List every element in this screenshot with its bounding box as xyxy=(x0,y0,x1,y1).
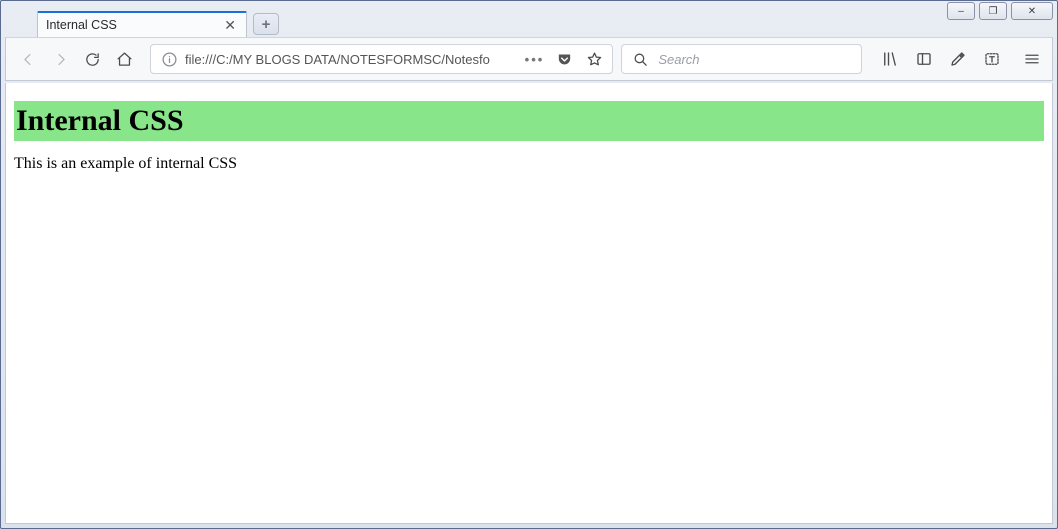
reload-button[interactable] xyxy=(82,49,102,69)
browser-tab[interactable]: Internal CSS ✕ xyxy=(37,11,247,37)
arrow-left-icon xyxy=(20,51,37,68)
page-heading: Internal CSS xyxy=(14,101,1044,141)
reload-icon xyxy=(84,51,101,68)
hamburger-icon xyxy=(1023,50,1041,68)
window-controls: – ❐ ✕ xyxy=(947,2,1053,20)
new-tab-button[interactable]: + xyxy=(253,13,279,35)
eyedropper-button[interactable] xyxy=(948,49,968,69)
pocket-button[interactable] xyxy=(554,49,574,69)
url-text: file:///C:/MY BLOGS DATA/NOTESFORMSC/Not… xyxy=(185,52,519,67)
eyedropper-icon xyxy=(949,50,967,68)
toolbar-right xyxy=(880,49,1042,69)
plus-icon: + xyxy=(262,16,271,33)
search-icon xyxy=(632,51,649,68)
browser-window: – ❐ ✕ Internal CSS ✕ + xyxy=(0,0,1058,529)
bookmark-button[interactable] xyxy=(584,49,604,69)
close-window-button[interactable]: ✕ xyxy=(1011,2,1053,20)
maximize-icon: ❐ xyxy=(989,6,998,17)
close-icon: ✕ xyxy=(224,17,236,33)
page-viewport: Internal CSS This is an example of inter… xyxy=(5,83,1053,524)
pocket-icon xyxy=(556,51,573,68)
navigation-buttons xyxy=(18,49,134,69)
page-paragraph: This is an example of internal CSS xyxy=(14,155,1044,173)
arrow-right-icon xyxy=(52,51,69,68)
info-icon xyxy=(161,51,178,68)
home-button[interactable] xyxy=(114,49,134,69)
toolbar: file:///C:/MY BLOGS DATA/NOTESFORMSC/Not… xyxy=(5,37,1053,81)
app-menu-button[interactable] xyxy=(1022,49,1042,69)
minimize-button[interactable]: – xyxy=(947,2,975,20)
tab-strip: Internal CSS ✕ + xyxy=(37,9,937,37)
back-button[interactable] xyxy=(18,49,38,69)
search-icon-wrap xyxy=(630,49,650,69)
address-bar-actions: ••• xyxy=(525,49,605,69)
search-placeholder: Search xyxy=(658,52,699,67)
tab-title: Internal CSS xyxy=(46,18,214,32)
forward-button[interactable] xyxy=(50,49,70,69)
sidebar-icon xyxy=(915,50,933,68)
library-icon xyxy=(881,50,899,68)
sidebar-button[interactable] xyxy=(914,49,934,69)
maximize-button[interactable]: ❐ xyxy=(979,2,1007,20)
address-bar[interactable]: file:///C:/MY BLOGS DATA/NOTESFORMSC/Not… xyxy=(150,44,613,74)
page-body: Internal CSS This is an example of inter… xyxy=(6,83,1052,195)
close-window-icon: ✕ xyxy=(1028,6,1036,17)
star-icon xyxy=(586,51,603,68)
text-icon xyxy=(983,50,1001,68)
tab-close-button[interactable]: ✕ xyxy=(222,17,238,34)
search-bar[interactable]: Search xyxy=(621,44,862,74)
home-icon xyxy=(116,51,133,68)
library-button[interactable] xyxy=(880,49,900,69)
site-info-button[interactable] xyxy=(159,49,179,69)
minimize-icon: – xyxy=(958,6,964,17)
text-style-button[interactable] xyxy=(982,49,1002,69)
page-actions-button[interactable]: ••• xyxy=(525,52,545,67)
